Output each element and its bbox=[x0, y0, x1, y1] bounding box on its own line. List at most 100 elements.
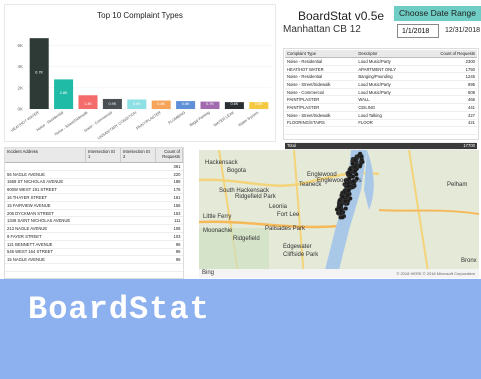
intersection-1-cell bbox=[85, 185, 121, 195]
table-row[interactable]: HEAT/HOT WATER APARTMENT ONLY 1750 bbox=[285, 65, 477, 74]
table-row[interactable]: Noise - Street/Sidewalk Loud Talking 427 bbox=[285, 111, 477, 120]
table-header-row: Incident Address Intersection St 1 Inter… bbox=[5, 148, 183, 163]
count-cell: 1245 bbox=[418, 72, 477, 82]
y-tick-label: 0K bbox=[17, 107, 23, 112]
table-row[interactable]: Noise - Residential Loud Music/Party 2300 bbox=[285, 57, 477, 66]
table-row[interactable]: 545 WEST 164 STREET 96 bbox=[5, 248, 183, 257]
table-row[interactable]: 16 THAYER STREET 161 bbox=[5, 193, 183, 202]
intersection-2-cell bbox=[120, 209, 156, 218]
complaint-marker[interactable] bbox=[340, 194, 345, 199]
complaint-marker[interactable] bbox=[343, 198, 348, 204]
column-header[interactable]: Intersection St 1 bbox=[85, 148, 121, 163]
map-canvas[interactable]: HackensackBogotaEnglewoodEnglewood Cliff… bbox=[199, 150, 479, 278]
table-row[interactable]: Noise - Commercial Loud Music/Party 608 bbox=[285, 88, 477, 97]
table-row[interactable]: 9 FAYER STREET 103 bbox=[5, 232, 183, 241]
table-row[interactable]: 600W WEST 191 STREET 176 bbox=[5, 185, 183, 195]
intersection-2-cell bbox=[120, 201, 156, 210]
count-cell: 441 bbox=[418, 103, 477, 112]
column-header[interactable]: Count of Requests bbox=[155, 148, 183, 163]
data-label: 0.8K bbox=[182, 102, 190, 106]
map-place-label: Palisades Park bbox=[265, 226, 306, 232]
table-row[interactable]: 206 DYCKMAN STREET 153 bbox=[5, 209, 183, 218]
count-cell: 176 bbox=[155, 185, 183, 195]
complaint-map[interactable]: Hackensack Bogota Englewood Englewood Cliff… bbox=[199, 150, 479, 278]
complaint-marker[interactable] bbox=[346, 183, 351, 189]
complaint-marker[interactable] bbox=[351, 179, 356, 184]
complaint-marker[interactable] bbox=[352, 158, 358, 163]
complaint-type-table: Complaint Type Descriptor Count of Reque… bbox=[285, 50, 477, 151]
map-place-label: Hackensack bbox=[205, 160, 239, 166]
intersection-1-cell bbox=[85, 232, 121, 241]
descriptor-cell: APARTMENT ONLY bbox=[356, 65, 419, 74]
table-row[interactable]: 15 FAIRVIEW AVENUE 156 bbox=[5, 201, 183, 210]
complaint-marker[interactable] bbox=[354, 176, 360, 181]
table-row[interactable]: 1568 ST NICHOLAS AVENUE 188 bbox=[5, 178, 183, 187]
complaint-marker[interactable] bbox=[352, 168, 358, 174]
complaint-marker[interactable] bbox=[343, 206, 348, 211]
intersection-2-cell bbox=[120, 248, 156, 257]
complaint-marker[interactable] bbox=[346, 170, 351, 175]
complaint-marker[interactable] bbox=[340, 214, 345, 220]
address-cell: 545 WEST 164 STREET bbox=[5, 248, 86, 257]
column-header[interactable]: Intersection St 2 bbox=[120, 148, 156, 163]
x-tick-label: PAINT/PLASTER bbox=[136, 110, 162, 130]
map-place-label: Fort Lee bbox=[277, 212, 300, 218]
column-header[interactable]: Count of Requests bbox=[418, 50, 477, 58]
table-row[interactable]: PAINT/PLASTER WALL 466 bbox=[285, 95, 477, 105]
table-row[interactable]: PAINT/PLASTER CEILING 441 bbox=[285, 103, 477, 112]
table-row[interactable]: 381 bbox=[5, 162, 183, 171]
complaint-marker[interactable] bbox=[345, 193, 350, 198]
empty-cell bbox=[285, 126, 357, 135]
complaint-marker[interactable] bbox=[357, 164, 363, 169]
data-label: 1.3K bbox=[84, 102, 92, 106]
map-place-label: Leonia bbox=[269, 204, 288, 210]
intersection-2-cell bbox=[120, 162, 156, 171]
map-attribution: © 2018 HERE © 2018 Microsoft Corporation bbox=[396, 271, 475, 276]
bing-logo: Bing bbox=[202, 270, 215, 276]
map-footer: Bing © 2018 HERE © 2018 Microsoft Corpor… bbox=[199, 269, 479, 278]
count-cell: 96 bbox=[155, 240, 183, 249]
complaint-marker[interactable] bbox=[352, 164, 358, 170]
data-label: 6.7K bbox=[35, 71, 43, 75]
total-value: 17700 bbox=[418, 142, 477, 151]
choose-date-range-button[interactable]: Choose Date Range bbox=[394, 6, 481, 21]
data-label: 0.8K bbox=[157, 102, 165, 106]
empty-cell bbox=[120, 271, 156, 278]
column-header[interactable]: Complaint Type bbox=[285, 50, 357, 58]
app-title: BoardStat v0.5e bbox=[298, 9, 385, 23]
count-cell: 108 bbox=[155, 224, 183, 234]
column-header[interactable]: Descriptor bbox=[356, 50, 419, 58]
empty-cell bbox=[356, 134, 419, 143]
complaint-marker[interactable] bbox=[338, 208, 344, 213]
table-row[interactable]: 1348 SAINT NICHOLAS AVENUE 111 bbox=[5, 216, 183, 226]
data-label: 2.8K bbox=[60, 91, 68, 95]
data-label: 0.9K bbox=[108, 102, 116, 106]
table-row[interactable]: 213 NAGLE AVENUE 108 bbox=[5, 224, 183, 234]
address-cell: 9 FAYER STREET bbox=[5, 232, 86, 241]
table-row[interactable]: 121 BENNETT AVENUE 96 bbox=[5, 240, 183, 249]
date-from-input[interactable]: 1/1/2018 bbox=[397, 24, 439, 38]
table-row[interactable]: 15 NAGLE AVENUE 96 bbox=[5, 255, 183, 265]
empty-cell bbox=[85, 263, 121, 272]
complaint-type-cell: Noise - Commercial bbox=[285, 88, 357, 97]
table-row[interactable]: Noise - Residential Banging/Pounding 1245 bbox=[285, 72, 477, 82]
count-cell: 161 bbox=[155, 193, 183, 202]
column-header[interactable]: Incident Address bbox=[5, 148, 86, 163]
empty-row bbox=[5, 263, 183, 272]
date-to-input[interactable]: 12/31/2018 bbox=[445, 24, 481, 38]
intersection-1-cell bbox=[85, 170, 121, 179]
complaint-type-cell: PAINT/PLASTER bbox=[285, 95, 357, 105]
table-row[interactable]: Noise - Street/Sidewalk Loud Music/Party 8… bbox=[285, 80, 477, 89]
complaint-marker[interactable] bbox=[359, 154, 364, 159]
descriptor-cell: CEILING bbox=[356, 103, 419, 112]
x-tick-label: WATER LEAK bbox=[213, 110, 235, 127]
count-cell: 895 bbox=[418, 80, 477, 89]
complaint-marker[interactable] bbox=[337, 198, 342, 204]
count-cell: 427 bbox=[418, 111, 477, 120]
complaint-type-cell: Noise - Residential bbox=[285, 72, 357, 82]
complaint-type-cell: Noise - Street/Sidewalk bbox=[285, 111, 357, 120]
empty-cell bbox=[418, 126, 477, 135]
complaint-marker[interactable] bbox=[346, 188, 351, 193]
table-row[interactable]: FLOORING/STAIRS FLOOR 421 bbox=[285, 119, 477, 128]
table-row[interactable]: 55 NAGLE AVENUE 220 bbox=[5, 170, 183, 179]
